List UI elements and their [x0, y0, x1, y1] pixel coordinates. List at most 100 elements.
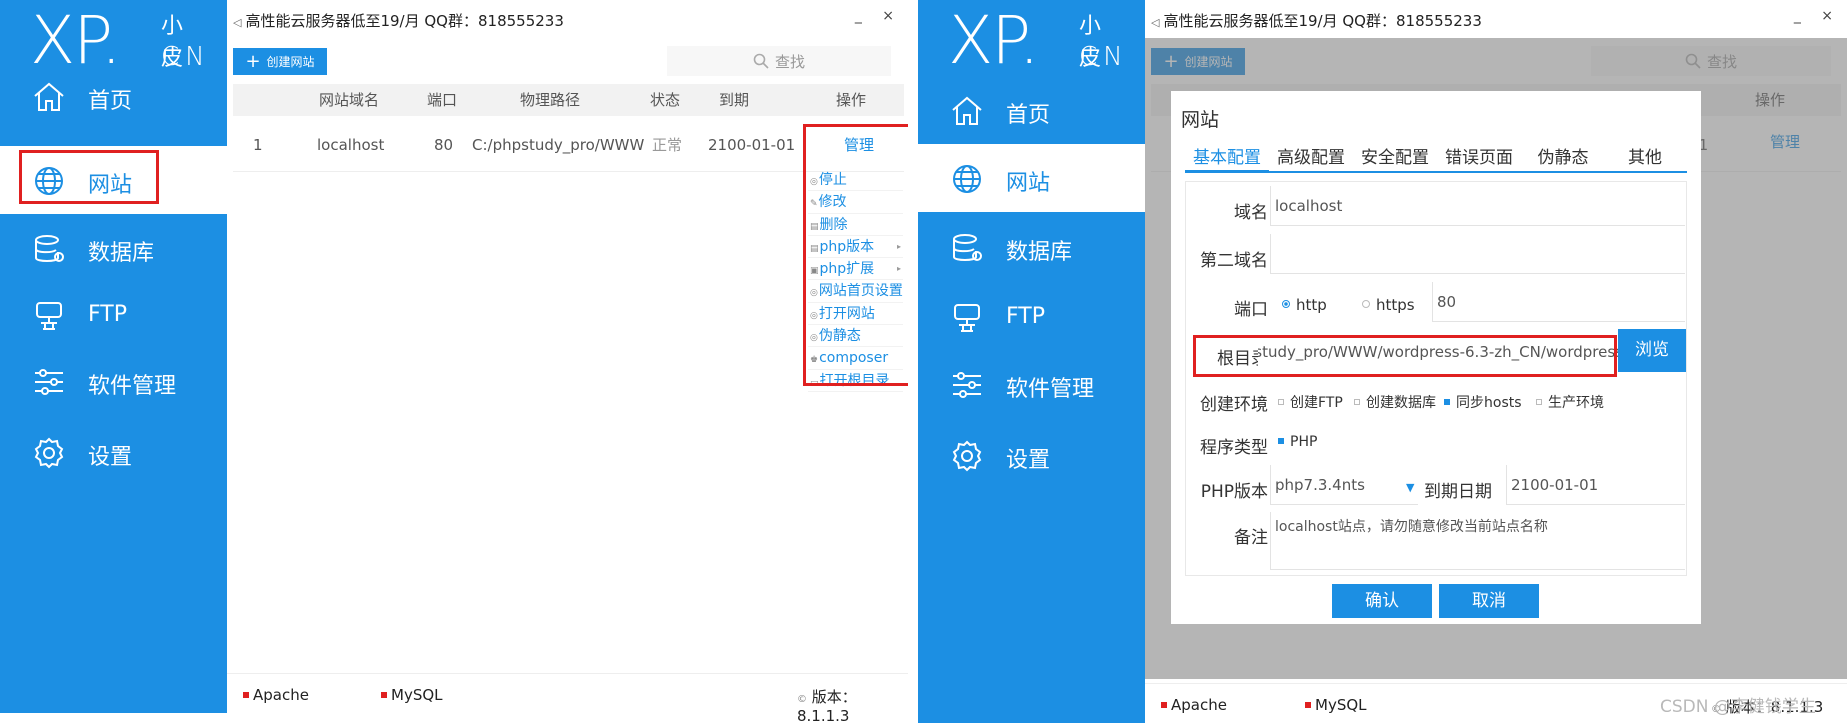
php-program-checkbox[interactable]: PHP — [1278, 434, 1317, 450]
sync-hosts-checkbox[interactable]: 同步hosts — [1444, 392, 1522, 412]
sidebar-item-settings[interactable]: 设置 — [918, 421, 1145, 489]
sidebar-item-label: 网站 — [1006, 171, 1051, 196]
stopped-indicator-icon — [1305, 702, 1311, 708]
sidebar-item-home[interactable]: 首页 — [918, 76, 1145, 144]
screenshot-composite: XP. 小皮 CN 首页 网站 数据库 FTP 软件管理 设置 ◁ 高性能云服务… — [0, 0, 1847, 723]
sidebar-item-database[interactable]: 数据库 — [0, 214, 227, 282]
table-header: 网站域名 端口 物理路径 状态 到期 操作 — [233, 84, 904, 116]
domain-field[interactable]: localhost — [1270, 186, 1685, 226]
csdn-watermark: CSDN @李健钱学生 — [1660, 697, 1816, 717]
plus-icon: + — [245, 50, 261, 72]
radio-unselected-icon — [1362, 300, 1370, 308]
highlight-sidebar-websites — [19, 150, 159, 204]
expire-date-field[interactable]: 2100-01-01 — [1506, 465, 1685, 505]
logo-mark: XP. — [948, 2, 1040, 79]
divider — [908, 0, 918, 723]
sidebar-item-label: FTP — [1006, 304, 1045, 329]
sidebar-item-label: 首页 — [88, 89, 133, 114]
window-controls[interactable]: _ × — [1794, 8, 1841, 24]
create-website-button[interactable]: + 创建网站 — [233, 48, 327, 75]
ftp-icon — [32, 299, 66, 333]
logo: XP. 小皮 CN — [948, 6, 1123, 76]
browse-button[interactable]: 浏览 — [1618, 329, 1686, 372]
stopped-indicator-icon — [381, 692, 387, 698]
cancel-button[interactable]: 取消 — [1439, 584, 1539, 618]
database-icon — [950, 231, 984, 265]
speaker-icon: ◁ — [233, 16, 242, 29]
window-controls[interactable]: _ × — [855, 8, 902, 24]
tab-error-pages[interactable]: 错误页面 — [1437, 143, 1521, 173]
col-status: 状态 — [650, 91, 681, 109]
second-domain-field[interactable] — [1270, 234, 1685, 274]
dialog-tabs: 基本配置 高级配置 安全配置 错误页面 伪静态 其他 — [1185, 143, 1687, 173]
phpstudy-window-websites: XP. 小皮 CN 首页 网站 数据库 FTP 软件管理 设置 ◁ 高性能云服务… — [0, 0, 912, 723]
gear-icon — [950, 439, 984, 473]
port-http-radio[interactable]: http — [1282, 296, 1327, 314]
titlebar: ◁ 高性能云服务器低至19/月 QQ群：818555233 _ × — [1145, 0, 1847, 38]
tab-basic[interactable]: 基本配置 — [1185, 143, 1269, 173]
ftp-icon — [950, 301, 984, 335]
port-https-radio[interactable]: https — [1362, 296, 1415, 314]
sidebar-item-label: 数据库 — [1006, 240, 1073, 265]
create-db-checkbox[interactable]: 创建数据库 — [1354, 392, 1436, 412]
home-icon — [32, 80, 66, 114]
row-index: 1 — [253, 136, 263, 154]
sidebar-item-label: 首页 — [1006, 103, 1051, 128]
sidebar-item-ftp[interactable]: FTP — [918, 283, 1145, 351]
tab-advanced[interactable]: 高级配置 — [1269, 143, 1353, 173]
col-expire: 到期 — [719, 91, 750, 109]
search-icon — [753, 53, 769, 69]
tab-rewrite[interactable]: 伪静态 — [1521, 143, 1605, 173]
env-label: 创建环境 — [1200, 395, 1268, 415]
ad-banner-text[interactable]: 高性能云服务器低至19/月 QQ群：818555233 — [245, 12, 563, 30]
globe-icon — [950, 162, 984, 196]
remark-field[interactable]: localhost站点，请勿随意修改当前站点名称 — [1270, 512, 1685, 570]
sidebar-item-label: 软件管理 — [88, 374, 177, 399]
sidebar-item-database[interactable]: 数据库 — [918, 213, 1145, 281]
production-checkbox[interactable]: 生产环境 — [1536, 392, 1604, 412]
mysql-status: MySQL — [1305, 696, 1367, 714]
port-field[interactable]: 80 — [1432, 282, 1685, 322]
speaker-icon: ◁ — [1151, 16, 1160, 29]
sliders-icon — [950, 368, 984, 402]
second-domain-label: 第二域名 — [1200, 251, 1268, 271]
logo-domain: CN — [1079, 42, 1129, 72]
confirm-button[interactable]: 确认 — [1332, 584, 1432, 618]
sidebar-item-software[interactable]: 软件管理 — [918, 350, 1145, 418]
search-input[interactable]: 查找 — [667, 46, 891, 76]
mysql-status: MySQL — [381, 686, 443, 704]
sidebar-item-label: 软件管理 — [1006, 377, 1095, 402]
col-path: 物理路径 — [520, 91, 581, 109]
checkbox-unchecked-icon — [1536, 399, 1542, 405]
sidebar-item-home[interactable]: 首页 — [0, 62, 227, 130]
highlight-manage-menu — [803, 124, 912, 386]
titlebar: ◁ 高性能云服务器低至19/月 QQ群：818555233 _ × — [227, 0, 908, 38]
sliders-icon — [32, 365, 66, 399]
apache-status: Apache — [243, 686, 309, 704]
row-expire: 2100-01-01 — [708, 136, 796, 154]
sidebar: XP. 小皮 CN 首页 网站 数据库 FTP 软件管理 设置 — [0, 0, 227, 713]
database-icon — [32, 232, 66, 266]
chevron-down-icon[interactable]: ▼ — [1406, 481, 1414, 494]
create-ftp-checkbox[interactable]: 创建FTP — [1278, 392, 1343, 412]
sidebar-item-websites[interactable]: 网站 — [918, 144, 1145, 212]
php-version-label: PHP版本 — [1200, 482, 1268, 502]
sidebar-item-settings[interactable]: 设置 — [0, 418, 227, 486]
expire-date-label: 到期日期 — [1424, 482, 1492, 502]
sidebar-item-software[interactable]: 软件管理 — [0, 347, 227, 415]
radio-selected-icon — [1282, 300, 1290, 308]
sidebar-item-label: 设置 — [88, 445, 133, 470]
ad-banner-text[interactable]: 高性能云服务器低至19/月 QQ群：818555233 — [1163, 12, 1481, 30]
checkbox-unchecked-icon — [1278, 399, 1284, 405]
port-label: 端口 — [1234, 300, 1268, 320]
sidebar-item-ftp[interactable]: FTP — [0, 281, 227, 349]
tab-security[interactable]: 安全配置 — [1353, 143, 1437, 173]
col-domain: 网站域名 — [319, 91, 380, 109]
remark-label: 备注 — [1234, 528, 1268, 548]
version-info: © 版本：8.1.1.3 — [797, 688, 857, 723]
row-path: C:/phpstudy_pro/WWW — [472, 136, 645, 154]
tab-other[interactable]: 其他 — [1603, 143, 1687, 173]
checkbox-unchecked-icon — [1354, 399, 1360, 405]
php-version-select[interactable]: php7.3.4nts — [1270, 465, 1418, 505]
checkbox-checked-icon — [1444, 399, 1450, 405]
